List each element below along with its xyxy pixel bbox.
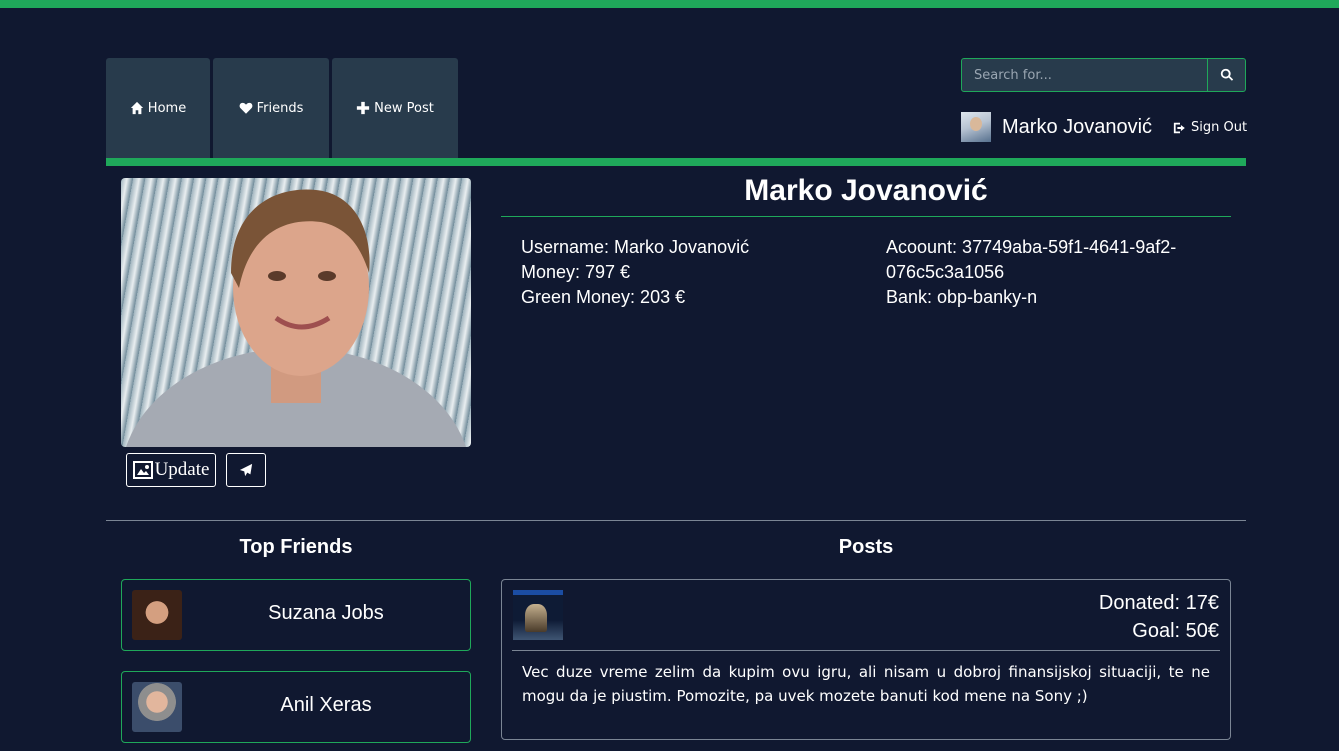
main-nav: Home Friends New Post [106,58,458,158]
nav-home-label: Home [147,100,187,116]
home-icon [130,101,144,115]
post-text: Vec duze vreme zelim da kupim ovu igru, … [522,663,1210,705]
top-friends-heading: Top Friends [239,536,353,558]
profile-info-left: Username: Marko Jovanović Money: 797 € G… [521,235,861,310]
image-icon [132,461,153,479]
sign-out-icon [1173,122,1185,133]
friend-card[interactable]: Suzana Jobs [121,579,471,651]
avatar [132,682,182,732]
profile-name-heading: Marko Jovanović [744,174,988,207]
update-label: Update [154,459,210,480]
avatar [132,590,182,640]
post-divider [512,650,1220,651]
heart-icon [239,101,253,115]
sign-out-label: Sign Out [1191,120,1248,135]
plus-icon [356,101,370,115]
current-user[interactable]: Marko Jovanović [961,112,1152,142]
account-text: Acoount: 37749aba-59f1-4641-9af2-076c5c3… [886,237,1177,282]
nav-friends-label: Friends [256,100,304,116]
section-divider [106,520,1246,521]
profile-photo [121,178,471,447]
username-text: Username: Marko Jovanović [521,237,750,257]
send-money-button[interactable] [226,453,266,487]
header-divider [106,158,1246,166]
search-input[interactable] [962,59,1207,91]
green-money-text: Green Money: 203 € [521,287,686,307]
posts-heading: Posts [838,536,894,558]
nav-home-button[interactable]: Home [106,58,210,158]
friend-card[interactable]: Anil Xeras [121,671,471,743]
top-accent-bar [0,0,1339,8]
nav-new-post-label: New Post [374,100,434,116]
post-thumbnail [513,590,563,640]
sign-out-link[interactable]: Sign Out [1173,120,1247,135]
post-donated: Donated: 17€ [1098,592,1219,614]
update-photo-button[interactable]: Update [126,453,216,487]
post-card[interactable]: Donated: 17€ Goal: 50€ Vec duze vreme ze… [501,579,1231,740]
avatar [961,112,991,142]
post-goal: Goal: 50€ [1132,620,1219,642]
friend-name: Suzana Jobs [268,602,384,624]
friend-name: Anil Xeras [280,694,372,716]
title-divider [501,216,1231,217]
nav-friends-button[interactable]: Friends [213,58,329,158]
search-bar [961,58,1246,92]
profile-info-right: Acoount: 37749aba-59f1-4641-9af2-076c5c3… [886,235,1206,310]
user-name: Marko Jovanović [1002,115,1153,138]
nav-new-post-button[interactable]: New Post [332,58,458,158]
send-icon [239,463,253,477]
money-text: Money: 797 € [521,262,631,282]
bank-text: Bank: obp-banky-n [886,287,1038,307]
search-icon [1220,68,1233,81]
search-button[interactable] [1207,59,1245,91]
